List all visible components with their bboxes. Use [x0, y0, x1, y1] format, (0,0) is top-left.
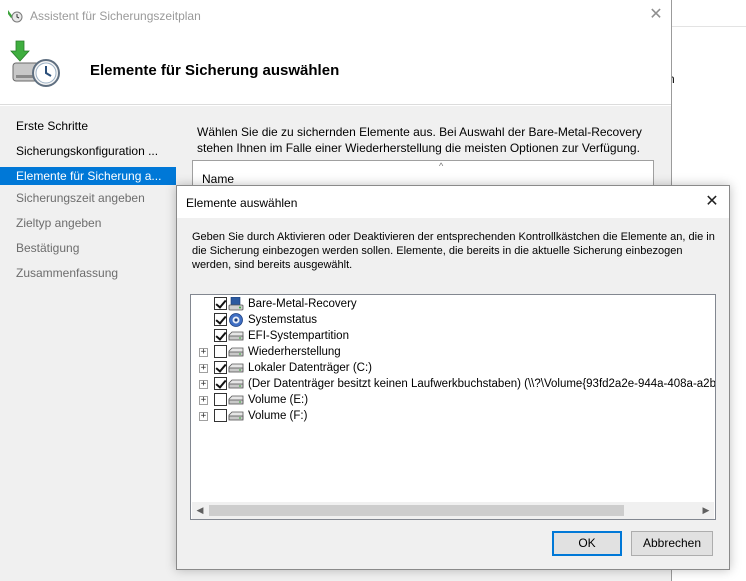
dialog-close-icon[interactable]: ✕: [702, 192, 722, 212]
column-header-name[interactable]: Name: [202, 172, 234, 186]
screen: n Assistent für Sicherungszeitplan ✕ Ele…: [0, 0, 746, 581]
cancel-button[interactable]: Abbrechen: [631, 531, 713, 556]
tree-item-checkbox[interactable]: [214, 361, 227, 374]
tree-item[interactable]: EFI-Systempartition: [191, 328, 715, 344]
drive-icon: [228, 329, 244, 343]
tree-item-label: Volume (F:): [248, 410, 308, 422]
bare-metal-icon: [228, 296, 244, 311]
expand-icon[interactable]: +: [199, 348, 208, 357]
sort-caret-icon: ^: [439, 161, 444, 171]
backup-app-icon: [8, 10, 23, 23]
tree-item-label: Bare-Metal-Recovery: [248, 298, 357, 310]
tree-item[interactable]: Systemstatus: [191, 312, 715, 328]
tree-item-label: Systemstatus: [248, 314, 318, 326]
scroll-left-icon[interactable]: ◀: [194, 504, 206, 517]
drive-icon: [228, 345, 244, 359]
tree-item[interactable]: Bare-Metal-Recovery: [191, 296, 715, 312]
wizard-header: Elemente für Sicherung auswählen: [0, 31, 671, 105]
tree-item-label: Volume (E:): [248, 394, 309, 406]
step-destination-type: Zieltyp angeben: [16, 216, 102, 230]
wizard-close-icon[interactable]: ✕: [646, 5, 666, 25]
tree-item-checkbox[interactable]: [214, 297, 227, 310]
step-confirmation: Bestätigung: [16, 241, 80, 255]
wizard-title: Assistent für Sicherungszeitplan: [30, 9, 201, 23]
tree-item-label: EFI-Systempartition: [248, 330, 349, 342]
tree-item-label: Wiederherstellung: [248, 346, 341, 358]
tree-item-label: Lokaler Datenträger (C:): [248, 362, 372, 374]
tree-item[interactable]: + Volume (F:): [191, 408, 715, 424]
background-window-edge: [672, 26, 746, 27]
tree-item-checkbox[interactable]: [214, 377, 227, 390]
step-backup-time: Sicherungszeit angeben: [16, 191, 145, 205]
drive-icon: [228, 409, 244, 423]
tree-item[interactable]: + Volume (E:): [191, 392, 715, 408]
wizard-description: Wählen Sie die zu sichernden Elemente au…: [197, 125, 642, 155]
tree-item-label: (Der Datenträger besitzt keinen Laufwerk…: [248, 378, 716, 390]
wizard-steps-sidebar: Erste Schritte Sicherungskonfiguration .…: [0, 106, 176, 581]
drive-icon: [228, 361, 244, 375]
dialog-titlebar[interactable]: Elemente auswählen ✕: [177, 186, 729, 218]
expand-icon[interactable]: +: [199, 396, 208, 405]
tree-item[interactable]: + Lokaler Datenträger (C:): [191, 360, 715, 376]
items-tree[interactable]: Bare-Metal-Recovery Systemstatus EFI-Syste…: [190, 294, 716, 520]
step-backup-configuration[interactable]: Sicherungskonfiguration ...: [0, 142, 176, 160]
dialog-description: Geben Sie durch Aktivieren oder Deaktivi…: [192, 231, 715, 271]
drive-icon: [228, 377, 244, 391]
scrollbar-thumb[interactable]: [209, 505, 624, 516]
expand-icon[interactable]: +: [199, 412, 208, 421]
tree-item-checkbox[interactable]: [214, 409, 227, 422]
expand-icon[interactable]: +: [199, 364, 208, 373]
tree-item-checkbox[interactable]: [214, 345, 227, 358]
system-state-icon: [228, 313, 244, 327]
tree-item-checkbox[interactable]: [214, 329, 227, 342]
select-items-dialog: Elemente auswählen ✕ Geben Sie durch Akt…: [176, 185, 730, 570]
tree-item-checkbox[interactable]: [214, 313, 227, 326]
tree-item[interactable]: + (Der Datenträger besitzt keinen Laufwer…: [191, 376, 716, 392]
step-select-items[interactable]: Elemente für Sicherung a...: [0, 167, 176, 185]
expand-icon[interactable]: +: [199, 380, 208, 389]
horizontal-scrollbar[interactable]: ◀ ▶: [192, 502, 714, 519]
ok-button[interactable]: OK: [552, 531, 622, 556]
page-title: Elemente für Sicherung auswählen: [90, 62, 340, 79]
tree-item[interactable]: + Wiederherstellung: [191, 344, 715, 360]
wizard-titlebar[interactable]: Assistent für Sicherungszeitplan ✕: [0, 0, 671, 31]
tree-item-checkbox[interactable]: [214, 393, 227, 406]
scroll-right-icon[interactable]: ▶: [700, 504, 712, 517]
backup-schedule-icon: [10, 40, 60, 87]
drive-icon: [228, 393, 244, 407]
dialog-title: Elemente auswählen: [186, 196, 298, 210]
step-getting-started[interactable]: Erste Schritte: [0, 117, 176, 135]
step-summary: Zusammenfassung: [16, 266, 119, 280]
